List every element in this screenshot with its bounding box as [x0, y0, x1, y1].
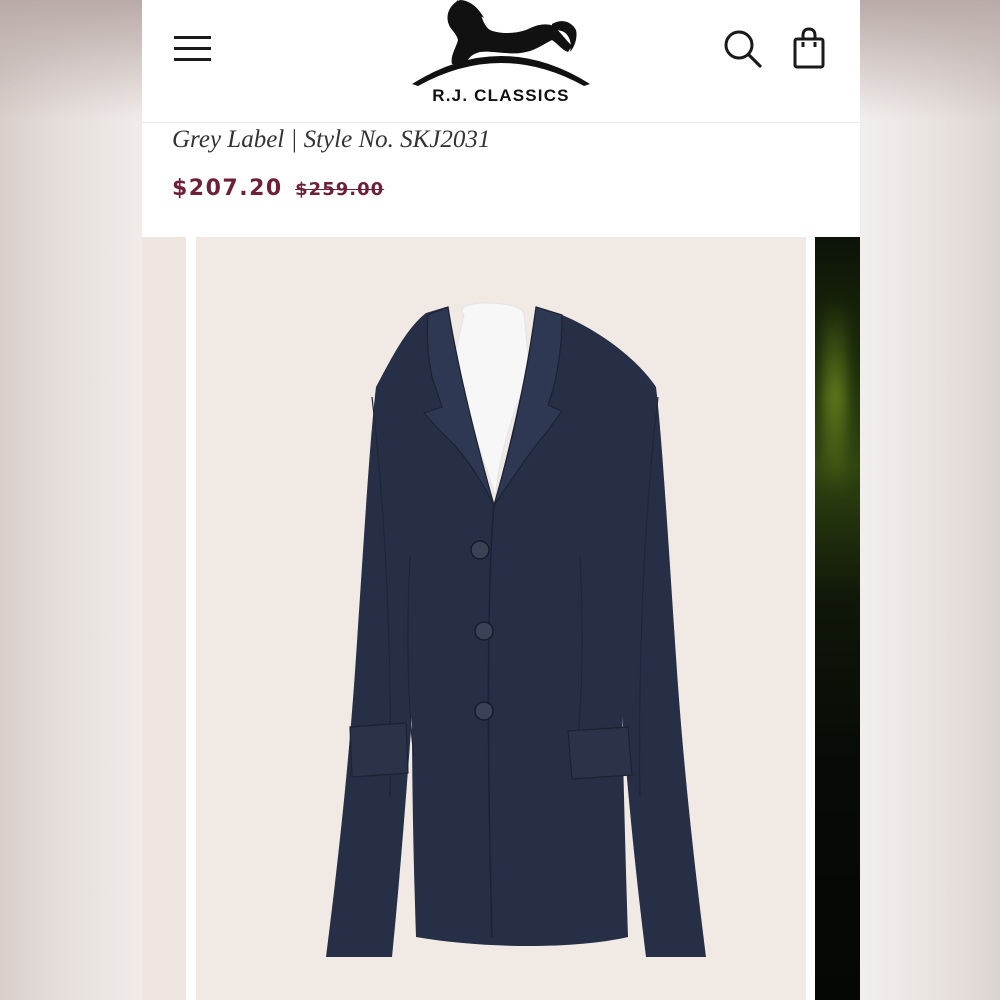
mobile-viewport: R.J. CLASSICS Grey Label | Style No. SKJ… [142, 0, 860, 1000]
product-image[interactable] [196, 237, 806, 1000]
price-row: $207.20 $259.00 [172, 176, 384, 201]
hamburger-menu-icon[interactable] [174, 34, 214, 64]
horse-logo-icon [412, 0, 590, 86]
sale-price: $207.20 [172, 176, 283, 201]
site-header: R.J. CLASSICS [142, 0, 860, 123]
carousel-previous-slide[interactable] [142, 237, 186, 1000]
search-icon[interactable] [722, 28, 764, 70]
blurred-backdrop-right [858, 0, 1000, 1000]
product-subtitle: Grey Label | Style No. SKJ2031 [172, 126, 491, 153]
brand-logo[interactable]: R.J. CLASSICS [410, 0, 592, 110]
blurred-backdrop-left [0, 0, 142, 1000]
carousel-next-slide[interactable] [815, 237, 860, 1000]
shopping-bag-icon[interactable] [790, 26, 830, 70]
navy-jacket-image [326, 302, 706, 957]
product-image-carousel[interactable] [142, 237, 860, 1000]
original-price: $259.00 [295, 179, 385, 200]
brand-name: R.J. CLASSICS [432, 86, 570, 105]
